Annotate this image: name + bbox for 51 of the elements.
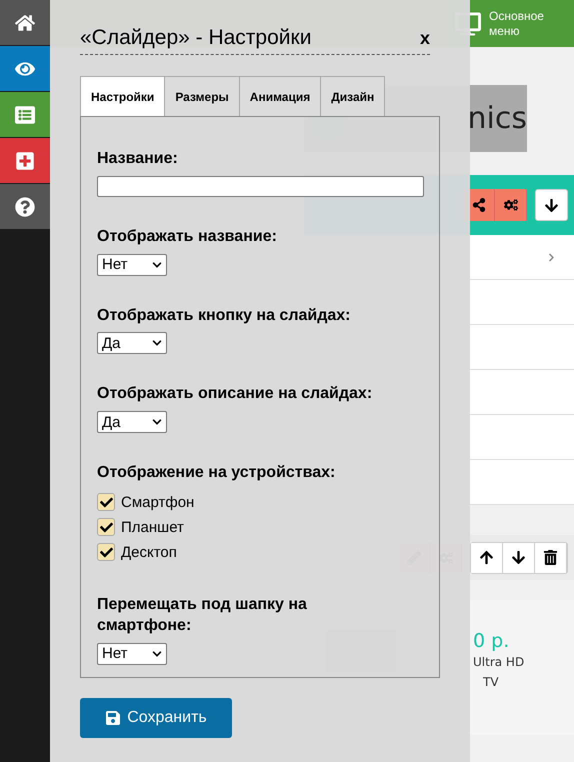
checkbox[interactable] [97, 518, 115, 536]
sidebar-button[interactable] [0, 138, 50, 183]
tab[interactable]: Настройки [80, 76, 166, 116]
help-icon [15, 196, 35, 216]
checkbox-label: Десктоп [121, 544, 177, 561]
list-icon [15, 104, 35, 124]
tab[interactable]: Анимация [238, 76, 322, 116]
checkbox-label: Планшет [121, 518, 184, 536]
close-button[interactable]: x [420, 28, 430, 48]
select-field[interactable]: Нет [97, 254, 167, 276]
field-label: Отображать кнопку на слайдах: [97, 306, 352, 326]
menu-label: Основное меню [489, 9, 544, 38]
save-icon [105, 710, 122, 726]
sidebar-button[interactable] [0, 92, 50, 137]
field-label: Перемещать под шапку на смартфоне: [97, 594, 308, 636]
move-up-button[interactable] [471, 542, 503, 572]
sidebar-button[interactable] [0, 184, 50, 229]
field-label: Отображать название: [97, 226, 278, 247]
chevron-right-icon [547, 252, 556, 262]
dialog-title: «Слайдер» - Настройки [80, 26, 312, 50]
trash-icon [543, 550, 558, 565]
plus-icon [15, 150, 35, 170]
product-name: Ultra HD [473, 654, 524, 671]
checkbox[interactable] [97, 543, 115, 562]
product-name: TV [483, 674, 500, 692]
chevron-down-icon [152, 260, 162, 270]
select-field[interactable]: Да [97, 411, 167, 434]
chevron-down-icon [152, 648, 162, 659]
chevron-down-icon [152, 417, 162, 428]
chevron-down-icon [152, 338, 162, 348]
share-icon [472, 198, 486, 212]
select-field[interactable]: Да [97, 332, 167, 354]
field-label: Отображение на устройствах: [97, 463, 336, 484]
tab[interactable]: Дизайн [320, 76, 386, 116]
select-field[interactable]: Нет [97, 642, 167, 665]
save-button[interactable]: Сохранить [80, 698, 232, 738]
arrow-down-icon [544, 198, 559, 212]
field-label: Отображать описание на слайдах: [97, 384, 374, 404]
field-label: Название: [97, 149, 179, 169]
checkbox[interactable] [97, 493, 115, 512]
input-field[interactable] [97, 176, 424, 197]
move-down-button[interactable] [535, 189, 568, 221]
product-price: 0 р. [473, 630, 510, 652]
sidebar-button[interactable] [0, 46, 50, 91]
checkbox-label: Смартфон [121, 494, 194, 511]
home-icon [15, 12, 35, 32]
arrow-down-icon [511, 550, 526, 565]
logo-text: nics [468, 101, 527, 136]
arrow-up-icon [479, 550, 494, 565]
sidebar-button[interactable] [0, 0, 50, 45]
gears-icon [504, 198, 518, 212]
